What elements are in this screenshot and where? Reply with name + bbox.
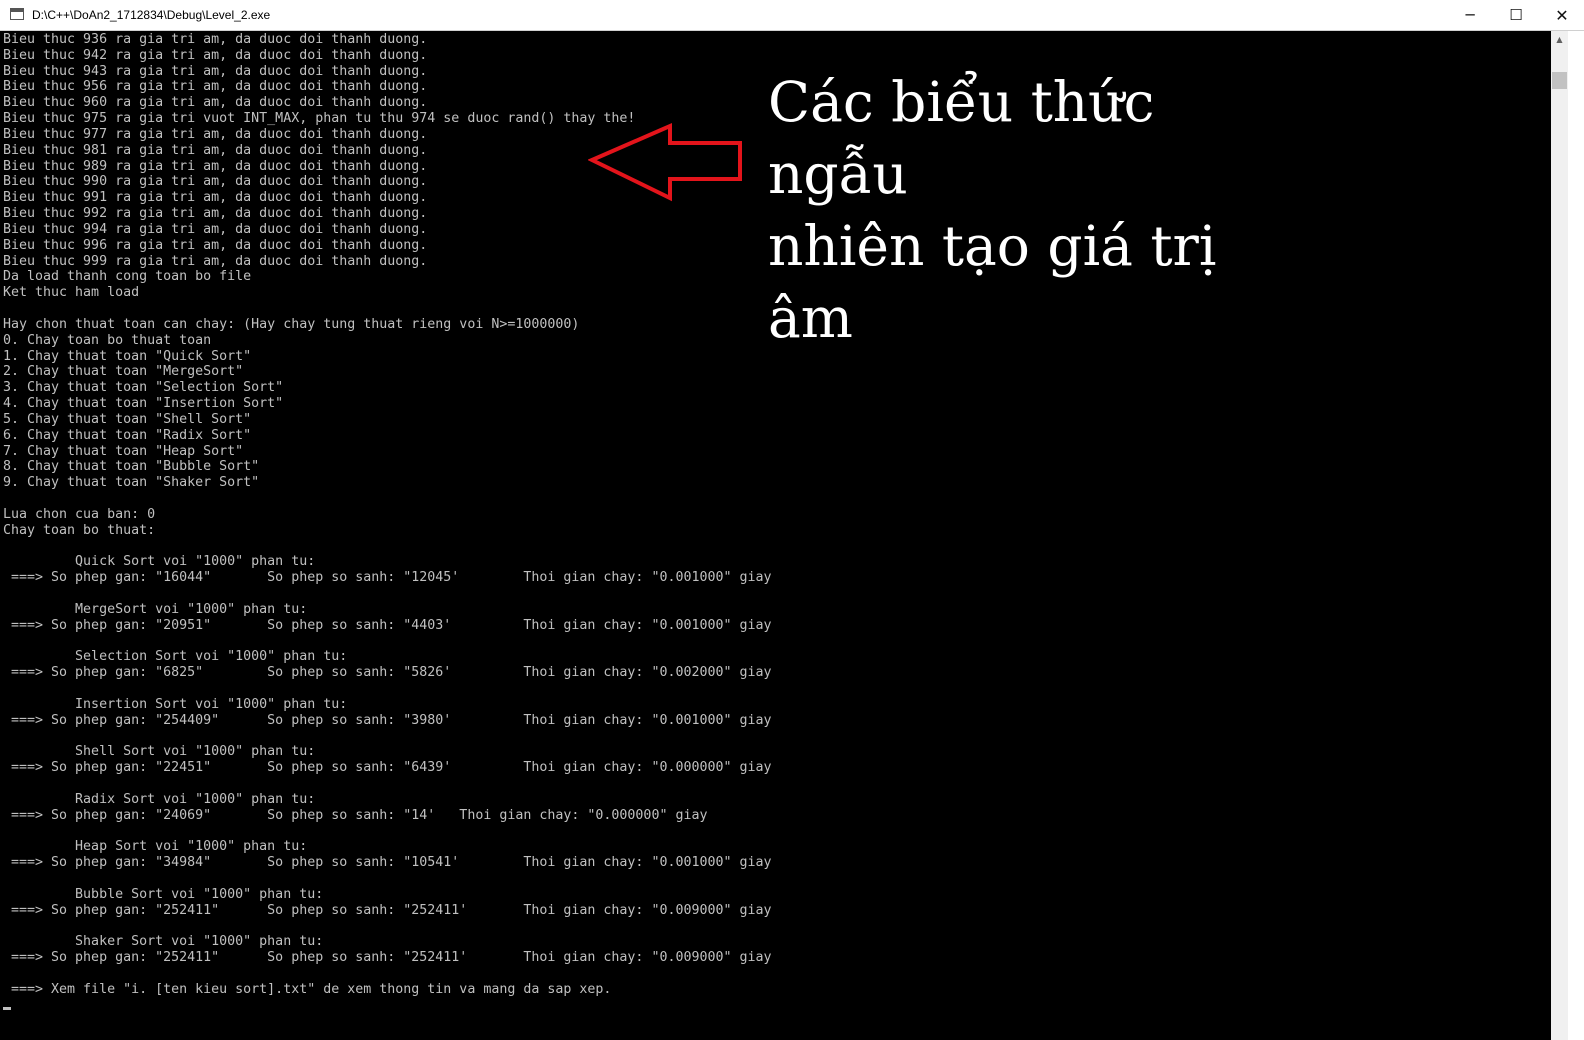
console-line: Heap Sort voi "1000" phan tu:	[3, 839, 308, 855]
annotation-line-1: Các biểu thức ngẫu	[768, 70, 1155, 206]
console-line: Bieu thuc 943 ra gia tri am, da duoc doi…	[3, 63, 428, 79]
annotation-text: Các biểu thức ngẫu nhiên tạo giá trị âm	[768, 66, 1288, 354]
scroll-up-arrow-icon[interactable]: ▲	[1551, 31, 1568, 48]
vertical-scrollbar[interactable]: ▲	[1551, 31, 1568, 1040]
console-line: Lua chon cua ban: 0	[3, 506, 156, 522]
console-line: 5. Chay thuat toan "Shell Sort"	[3, 411, 252, 427]
console-line: ===> So phep gan: "254409" So phep so sa…	[3, 712, 772, 728]
console-line: Shaker Sort voi "1000" phan tu:	[3, 934, 324, 950]
console-line: Bieu thuc 999 ra gia tri am, da duoc doi…	[3, 253, 428, 269]
console-line: Bieu thuc 989 ra gia tri am, da duoc doi…	[3, 158, 428, 174]
arrow-shape	[588, 122, 742, 202]
console-line: Shell Sort voi "1000" phan tu:	[3, 744, 316, 760]
window-titlebar[interactable]: D:\C++\DoAn2_1712834\Debug\Level_2.exe ─…	[0, 0, 1584, 31]
console-line: Bieu thuc 992 ra gia tri am, da duoc doi…	[3, 206, 428, 222]
console-line: ===> So phep gan: "20951" So phep so san…	[3, 617, 772, 633]
console-line: Bieu thuc 936 ra gia tri am, da duoc doi…	[3, 32, 428, 47]
console-line: Bieu thuc 956 ra gia tri am, da duoc doi…	[3, 79, 428, 95]
console-line: ===> So phep gan: "252411" So phep so sa…	[3, 902, 772, 918]
console-line: Bieu thuc 975 ra gia tri vuot INT_MAX, p…	[3, 111, 636, 127]
console-line: ===> Xem file "i. [ten kieu sort].txt" d…	[3, 981, 612, 997]
maximize-button[interactable]: ☐	[1493, 0, 1539, 30]
window-edge	[1568, 31, 1584, 1040]
console-app-icon[interactable]	[10, 8, 24, 20]
console-line: Bubble Sort voi "1000" phan tu:	[3, 886, 324, 902]
scroll-thumb[interactable]	[1552, 72, 1567, 89]
close-button[interactable]: ✕	[1539, 0, 1584, 30]
console-line: 7. Chay thuat toan "Heap Sort"	[3, 443, 244, 459]
console-line: ===> So phep gan: "6825" So phep so sanh…	[3, 665, 772, 681]
red-arrow-icon	[588, 122, 742, 202]
console-line: ===> So phep gan: "16044" So phep so san…	[3, 570, 772, 586]
console-line: Hay chon thuat toan can chay: (Hay chay …	[3, 316, 580, 332]
console-line: ===> So phep gan: "22451" So phep so san…	[3, 760, 772, 776]
console-line: 4. Chay thuat toan "Insertion Sort"	[3, 396, 284, 412]
console-line: Bieu thuc 981 ra gia tri am, da duoc doi…	[3, 142, 428, 158]
console-line: Insertion Sort voi "1000" phan tu:	[3, 696, 348, 712]
console-line: Bieu thuc 991 ra gia tri am, da duoc doi…	[3, 190, 428, 206]
console-line: Quick Sort voi "1000" phan tu:	[3, 554, 316, 570]
console-line: Bieu thuc 996 ra gia tri am, da duoc doi…	[3, 237, 428, 253]
text-cursor	[3, 1007, 11, 1010]
console-line: 3. Chay thuat toan "Selection Sort"	[3, 380, 284, 396]
console-line: Bieu thuc 977 ra gia tri am, da duoc doi…	[3, 126, 428, 142]
console-line: Bieu thuc 990 ra gia tri am, da duoc doi…	[3, 174, 428, 190]
console-line: 6. Chay thuat toan "Radix Sort"	[3, 427, 252, 443]
console-line: 0. Chay toan bo thuat toan	[3, 332, 212, 348]
console-line: 8. Chay thuat toan "Bubble Sort"	[3, 459, 260, 475]
console-line: ===> So phep gan: "34984" So phep so san…	[3, 855, 772, 871]
console-line: Chay toan bo thuat:	[3, 522, 156, 538]
minimize-button[interactable]: ─	[1447, 0, 1493, 30]
console-line: 2. Chay thuat toan "MergeSort"	[3, 364, 244, 380]
console-line: Da load thanh cong toan bo file	[3, 269, 252, 285]
console-line: Bieu thuc 994 ra gia tri am, da duoc doi…	[3, 221, 428, 237]
console-line: 1. Chay thuat toan "Quick Sort"	[3, 348, 252, 364]
annotation-line-2: nhiên tạo giá trị âm	[768, 214, 1217, 350]
console-line: Selection Sort voi "1000" phan tu:	[3, 649, 348, 665]
console-line: MergeSort voi "1000" phan tu:	[3, 601, 308, 617]
console-line: Radix Sort voi "1000" phan tu:	[3, 791, 316, 807]
console-line: ===> So phep gan: "24069" So phep so san…	[3, 807, 708, 823]
console-line: 9. Chay thuat toan "Shaker Sort"	[3, 475, 260, 491]
console-line: ===> So phep gan: "252411" So phep so sa…	[3, 950, 772, 966]
console-line: Bieu thuc 942 ra gia tri am, da duoc doi…	[3, 47, 428, 63]
console-line: Bieu thuc 960 ra gia tri am, da duoc doi…	[3, 95, 428, 111]
console-line: Ket thuc ham load	[3, 285, 140, 301]
window-title: D:\C++\DoAn2_1712834\Debug\Level_2.exe	[32, 8, 271, 22]
